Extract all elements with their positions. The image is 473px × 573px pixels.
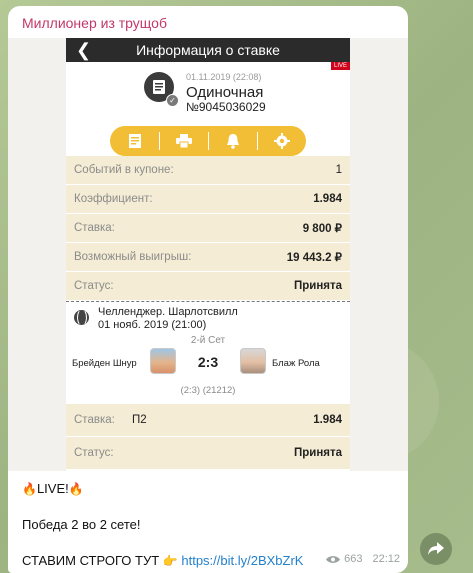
summary-label: Коэффициент:	[74, 193, 153, 205]
check-icon: ✓	[166, 94, 179, 107]
bet-outcome: Ставка: П2 1.984 Статус: Принята	[66, 404, 350, 470]
app-title: Информация о ставке	[136, 42, 280, 58]
message-line-result: Победа 2 во 2 сете!	[22, 517, 141, 532]
outcome-stake-label: Ставка:	[74, 414, 115, 426]
live-text: LIVE!	[36, 481, 69, 496]
promo-link[interactable]: https://bit.ly/2BXbZrK	[181, 553, 303, 568]
share-button[interactable]	[420, 533, 452, 565]
bell-icon	[226, 134, 239, 149]
outcome-row-status: Статус: Принята	[66, 437, 350, 470]
chevron-left-icon: ❮	[76, 40, 92, 60]
message-time: 22:12	[372, 553, 400, 565]
app-screenshot: ❮ Информация о ставке LIVE ✓ 01.11.2019 …	[66, 38, 350, 471]
pointing-hand-emoji-icon: 👉	[162, 554, 178, 568]
message-line-live: 🔥LIVE!🔥	[22, 480, 398, 498]
bet-header: ✓ 01.11.2019 (22:08) Одиночная №90450360…	[66, 62, 350, 114]
summary-value: Принята	[293, 280, 342, 292]
player-two-name: Блаж Рола	[272, 358, 320, 369]
outcome-status-value: Принята	[293, 447, 342, 459]
eye-icon	[326, 555, 341, 563]
summary-value: 1.984	[313, 193, 342, 205]
summary-value: 9 800 ₽	[302, 223, 342, 235]
event-card: Челленджер. Шарлотсвилл 01 нояб. 2019 (2…	[66, 301, 350, 407]
app-top-bar: ❮ Информация о ставке	[66, 38, 350, 62]
summary-value: 19 443.2 ₽	[286, 252, 342, 264]
message-meta: 663 22:12	[326, 553, 400, 565]
message-bubble: Миллионер из трущоб ❮ Информация о ставк…	[8, 6, 408, 573]
bet-type: Одиночная	[186, 84, 264, 101]
outcome-pick: П2	[132, 414, 147, 426]
receipt-button[interactable]	[110, 126, 159, 156]
notify-button[interactable]	[208, 126, 257, 156]
receipt-icon	[128, 134, 141, 148]
view-count: 663	[344, 553, 363, 565]
summary-row-events: Событий в купоне: 1	[66, 156, 350, 185]
outcome-row-stake: Ставка: П2 1.984	[66, 404, 350, 437]
outcome-odds: 1.984	[313, 414, 342, 426]
tennis-ball-icon	[74, 309, 89, 326]
event-date: 01 нояб. 2019 (21:00)	[98, 319, 207, 331]
summary-label: Ставка:	[74, 222, 115, 234]
print-button[interactable]	[159, 126, 208, 156]
settings-button[interactable]	[257, 126, 306, 156]
summary-row-odds: Коэффициент: 1.984	[66, 185, 350, 214]
bet-summary: Событий в купоне: 1 Коэффициент: 1.984 С…	[66, 156, 350, 407]
fire-emoji-icon: 🔥	[22, 482, 37, 496]
set-label: 2-й Сет	[190, 335, 226, 346]
summary-label: Событий в купоне:	[74, 164, 174, 176]
summary-row-status: Статус: Принята	[66, 272, 350, 301]
cta-text: СТАВИМ СТРОГО ТУТ	[22, 553, 160, 568]
channel-name[interactable]: Миллионер из трущоб	[22, 15, 167, 31]
fire-emoji-icon: 🔥	[68, 482, 84, 496]
summary-label: Статус:	[74, 280, 114, 292]
print-icon	[175, 134, 192, 148]
message-photo[interactable]: ❮ Информация о ставке LIVE ✓ 01.11.2019 …	[8, 38, 408, 471]
tournament-name: Челленджер. Шарлотсвилл	[98, 306, 238, 318]
summary-row-payout: Возможный выигрыш: 19 443.2 ₽	[66, 243, 350, 272]
bet-date: 01.11.2019 (22:08)	[186, 72, 262, 82]
summary-label: Возможный выигрыш:	[74, 251, 192, 263]
summary-row-stake: Ставка: 9 800 ₽	[66, 214, 350, 243]
sets-detail: (2:3) (21212)	[180, 385, 236, 396]
settings-gear-icon	[273, 133, 290, 149]
outcome-status-label: Статус:	[74, 447, 114, 459]
player-two-avatar	[240, 348, 266, 374]
forward-arrow-icon	[428, 542, 444, 555]
summary-value: 1	[335, 164, 342, 176]
bet-number: №9045036029	[186, 100, 266, 114]
action-bar	[110, 126, 306, 156]
